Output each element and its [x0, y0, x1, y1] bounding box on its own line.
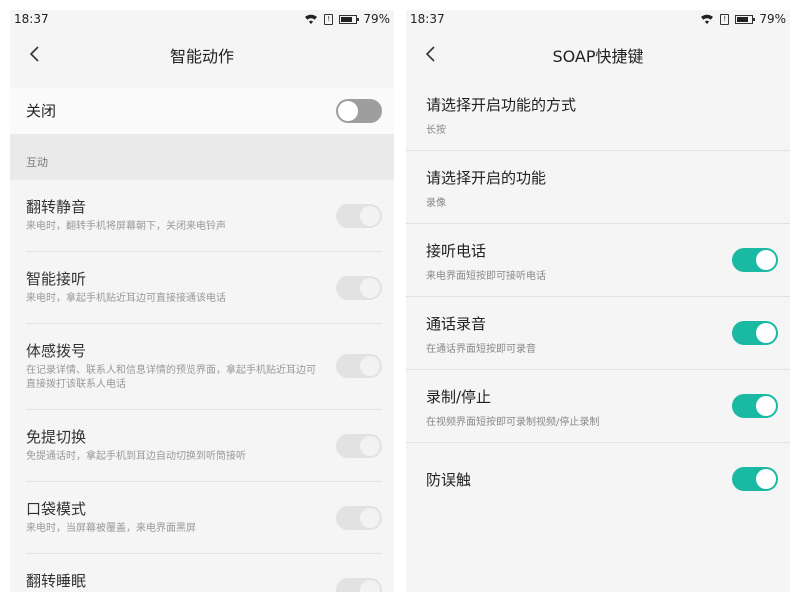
answer-call-toggle[interactable]	[732, 248, 778, 272]
flip-mute-toggle[interactable]	[336, 204, 382, 228]
shortcut-list: 请选择开启功能的方式 长按 请选择开启的功能 录像 接听电话 来电界面短按即可接…	[406, 78, 790, 516]
item-value: 录像	[426, 198, 446, 209]
item-title: 体感拨号	[26, 342, 87, 360]
battery-fill	[341, 16, 353, 22]
page-title: SOAP快捷键	[552, 47, 644, 66]
wifi-icon	[700, 13, 714, 25]
list-item-smart-answer[interactable]: 智能接听 来电时，拿起手机贴近耳边可直接接通该电话	[10, 252, 394, 324]
list-item-anti-mistouch[interactable]: 防误触	[406, 443, 790, 516]
record-stop-toggle[interactable]	[732, 394, 778, 418]
item-description: 在通话界面短按即可录音	[426, 344, 536, 355]
list-item-flip-sleep[interactable]: 翻转睡眠	[10, 554, 394, 592]
toggle-knob	[360, 580, 380, 592]
battery-percent: 79%	[759, 12, 786, 26]
list-item-call-recording[interactable]: 通话录音 在通话界面短按即可录音	[406, 297, 790, 370]
item-title: 免提切换	[26, 428, 87, 446]
toggle-knob	[756, 469, 776, 489]
flip-sleep-toggle[interactable]	[336, 578, 382, 592]
anti-mistouch-toggle[interactable]	[732, 467, 778, 491]
list-item-speaker-switch[interactable]: 免提切换 免提通话时，拿起手机到耳边自动切换到听筒接听	[10, 410, 394, 482]
item-value: 长按	[426, 125, 446, 136]
toggle-knob	[360, 356, 380, 376]
status-bar: 18:37 ! 79%	[10, 10, 394, 30]
wifi-icon	[304, 13, 318, 25]
item-title: 录制/停止	[426, 388, 492, 406]
item-description: 在记录详情、联系人和信息详情的预览界面，拿起手机贴近耳边可直接拨打该联系人电话	[26, 365, 316, 390]
toggle-knob	[360, 206, 380, 226]
item-title: 通话录音	[426, 315, 487, 333]
item-description: 来电时，翻转手机将屏幕朝下，关闭来电铃声	[26, 221, 226, 232]
status-time: 18:37	[14, 12, 49, 26]
item-description: 来电界面短按即可接听电话	[426, 271, 546, 282]
list-item-activation-method[interactable]: 请选择开启功能的方式 长按	[406, 78, 790, 151]
page-title: 智能动作	[169, 47, 234, 66]
interaction-list: 翻转静音 来电时，翻转手机将屏幕朝下，关闭来电铃声 智能接听 来电时，拿起手机贴…	[10, 180, 394, 592]
section-title: 互动	[26, 156, 48, 169]
sim-alert-icon: !	[324, 13, 334, 25]
master-switch-label: 关闭	[26, 102, 57, 120]
master-toggle[interactable]	[336, 99, 382, 123]
speaker-switch-toggle[interactable]	[336, 434, 382, 458]
item-title: 翻转睡眠	[26, 572, 87, 590]
sim-alert-icon: !	[720, 13, 730, 25]
battery-fill	[737, 16, 749, 22]
item-description: 在视频界面短按即可录制视频/停止录制	[426, 417, 600, 428]
battery-icon	[339, 14, 360, 24]
toggle-knob	[360, 278, 380, 298]
master-switch-row[interactable]: 关闭	[10, 88, 394, 134]
title-bar: SOAP快捷键	[406, 30, 790, 78]
toggle-knob	[360, 508, 380, 528]
item-description: 来电时，拿起手机贴近耳边可直接接通该电话	[26, 293, 226, 304]
smart-actions-screen: 18:37 ! 79% 智能动作 关闭 互动 翻转静音 来电时，翻转手机将屏幕朝…	[10, 10, 394, 592]
toggle-knob	[360, 436, 380, 456]
list-item-answer-call[interactable]: 接听电话 来电界面短按即可接听电话	[406, 224, 790, 297]
soap-shortcut-screen: 18:37 ! 79% SOAP快捷键 请选择开启功能的方式 长按 请选择开启的…	[406, 10, 790, 592]
item-title: 防误触	[426, 471, 472, 489]
list-item-flip-mute[interactable]: 翻转静音 来电时，翻转手机将屏幕朝下，关闭来电铃声	[10, 180, 394, 252]
item-title: 请选择开启的功能	[426, 169, 547, 187]
list-item-pocket-mode[interactable]: 口袋模式 来电时，当屏幕被覆盖，来电界面黑屏	[10, 482, 394, 554]
pocket-mode-toggle[interactable]	[336, 506, 382, 530]
toggle-knob	[338, 101, 358, 121]
battery-icon	[735, 14, 756, 24]
call-recording-toggle[interactable]	[732, 321, 778, 345]
list-item-motion-dial[interactable]: 体感拨号 在记录详情、联系人和信息详情的预览界面，拿起手机贴近耳边可直接拨打该联…	[10, 324, 394, 410]
title-bar: 智能动作	[10, 30, 394, 78]
item-title: 请选择开启功能的方式	[426, 96, 577, 114]
status-bar: 18:37 ! 79%	[406, 10, 790, 30]
section-header: 互动	[10, 134, 394, 180]
motion-dial-toggle[interactable]	[336, 354, 382, 378]
item-title: 智能接听	[26, 270, 87, 288]
item-description: 免提通话时，拿起手机到耳边自动切换到听筒接听	[26, 451, 246, 462]
item-title: 口袋模式	[26, 500, 87, 518]
list-item-activation-function[interactable]: 请选择开启的功能 录像	[406, 151, 790, 224]
list-item-record-stop[interactable]: 录制/停止 在视频界面短按即可录制视频/停止录制	[406, 370, 790, 443]
status-time: 18:37	[410, 12, 445, 26]
item-description: 来电时，当屏幕被覆盖，来电界面黑屏	[26, 523, 196, 534]
smart-answer-toggle[interactable]	[336, 276, 382, 300]
toggle-knob	[756, 396, 776, 416]
item-title: 翻转静音	[26, 198, 87, 216]
toggle-knob	[756, 323, 776, 343]
toggle-knob	[756, 250, 776, 270]
battery-percent: 79%	[363, 12, 390, 26]
item-title: 接听电话	[426, 242, 487, 260]
